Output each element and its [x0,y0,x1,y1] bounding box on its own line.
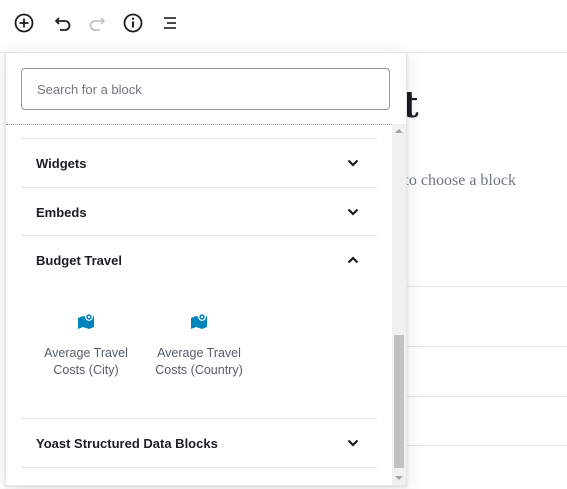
scroll-up-arrow-icon[interactable] [392,124,406,138]
chevron-down-icon [344,203,362,221]
block-inserter-results[interactable]: Widgets Embeds Budget Travel Average Tra… [6,124,406,485]
divider [405,445,567,446]
panel-title: Widgets [36,155,87,171]
chevron-down-icon [344,434,362,452]
panel-title: Budget Travel [36,252,122,268]
map-pin-icon [146,309,252,333]
block-label: Average Travel Costs (City) [44,346,128,377]
panel-budget-travel[interactable]: Budget Travel Average Travel Costs (City… [21,235,377,418]
content-info-button[interactable] [121,11,145,35]
block-search-input[interactable] [21,68,390,110]
divider [405,346,567,347]
undo-icon [55,17,71,31]
redo-button[interactable] [85,11,109,35]
block-search [21,68,390,110]
chevron-down-icon [344,154,362,172]
block-appender-hint: / to choose a block [396,172,516,189]
block-inserter-popover: Widgets Embeds Budget Travel [5,52,407,486]
map-pin-icon [33,309,139,333]
block-label: Average Travel Costs (Country) [155,346,243,377]
add-block-button[interactable] [12,11,36,35]
editor-stage: t / to choose a block Widgets Embeds [0,0,567,489]
undo-button[interactable] [51,11,75,35]
panel-yoast-structured-data[interactable]: Yoast Structured Data Blocks [21,418,377,468]
divider [405,286,567,287]
panel-title: Yoast Structured Data Blocks [36,435,218,451]
scrollbar-thumb[interactable] [394,335,404,468]
block-average-travel-costs-country[interactable]: Average Travel Costs (Country) [146,309,252,379]
block-average-travel-costs-city[interactable]: Average Travel Costs (City) [33,309,139,379]
info-icon [123,13,143,33]
plus-circle-icon [14,13,34,33]
block-navigation-button[interactable] [158,11,182,35]
panel-embeds-toggle[interactable]: Embeds [21,188,377,236]
panel-embeds[interactable]: Embeds [21,187,377,236]
scroll-down-arrow-icon[interactable] [392,471,406,485]
chevron-up-icon [344,251,362,269]
panel-title: Embeds [36,204,87,220]
panel-budget-travel-toggle[interactable]: Budget Travel [21,236,377,284]
panel-yoast-toggle[interactable]: Yoast Structured Data Blocks [21,419,377,467]
panel-widgets[interactable]: Widgets [21,138,377,187]
panel-widgets-toggle[interactable]: Widgets [21,139,377,187]
divider [405,396,567,397]
redo-icon [89,17,105,31]
list-outline-icon [164,17,176,29]
results-scrollbar[interactable] [392,124,406,485]
editor-toolbar [0,0,567,50]
